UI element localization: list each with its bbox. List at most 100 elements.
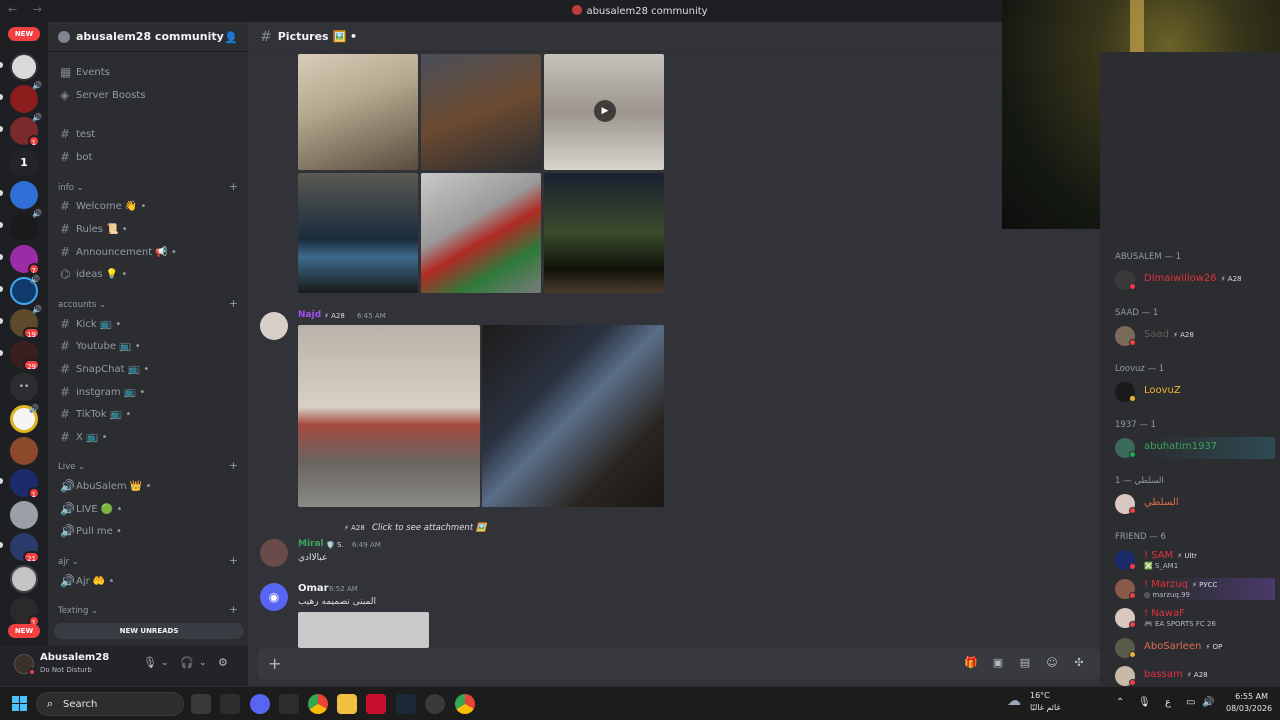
message-author[interactable]: Miral <box>298 539 324 549</box>
server-icon[interactable]: 1 🔊 <box>10 113 42 147</box>
task-view-icon[interactable] <box>191 694 211 714</box>
steam-icon[interactable] <box>396 694 416 714</box>
avatar[interactable]: ◉ <box>260 583 288 611</box>
clock-time[interactable]: 6:55 AM <box>1226 692 1268 701</box>
add-channel-icon[interactable]: + <box>229 297 238 310</box>
member-item[interactable]: LoovuZ <box>1115 381 1275 403</box>
headphones-icon[interactable]: 🎧 <box>180 656 194 669</box>
video-attachment[interactable]: ▶ <box>544 54 664 170</box>
channel-kick[interactable]: # Kick 📺 • <box>56 314 240 334</box>
add-attachment-icon[interactable]: + <box>268 654 281 673</box>
image-attachment[interactable] <box>421 54 541 170</box>
invite-people-icon[interactable]: 👤 <box>224 31 238 44</box>
category-live[interactable]: Live ⌄ + <box>58 459 238 472</box>
volume-icon[interactable]: 🔊 <box>1202 697 1214 708</box>
username[interactable]: Abusalem28 <box>40 652 109 663</box>
chrome-icon[interactable] <box>308 694 328 714</box>
chevron-down-icon[interactable]: ⌄ <box>199 658 207 668</box>
server-icon[interactable]: 7 <box>10 245 40 275</box>
add-channel-icon[interactable]: + <box>229 554 238 567</box>
category-info[interactable]: info ⌄ + <box>58 180 238 193</box>
channel-bot[interactable]: # bot <box>56 147 240 167</box>
discord-icon[interactable] <box>250 694 270 714</box>
network-icon[interactable]: ▭ <box>1186 697 1195 708</box>
server-folder[interactable]: •• <box>10 373 38 401</box>
category-accounts[interactable]: accounts ⌄ + <box>58 297 238 310</box>
avatar[interactable] <box>260 539 288 567</box>
message-author[interactable]: Omar <box>298 583 329 594</box>
category-texting[interactable]: Texting ⌄ + <box>58 603 238 616</box>
language-indicator[interactable]: ع <box>1165 697 1171 708</box>
chrome-icon[interactable] <box>455 694 475 714</box>
app-icon[interactable] <box>279 694 299 714</box>
add-channel-icon[interactable]: + <box>229 180 238 193</box>
server-icon[interactable]: 1 <box>10 149 38 177</box>
member-item[interactable]: ! SAM ⚡ Ultr ❎ S_AM1 <box>1115 549 1275 571</box>
server-icon[interactable] <box>10 53 38 81</box>
member-item[interactable]: ! NawaF 🎮 EA SPORTS FC 26 <box>1115 607 1275 629</box>
server-icon[interactable]: 🔊 <box>10 404 39 433</box>
app-icon[interactable] <box>425 694 445 714</box>
channel-announcement[interactable]: # Announcement 📢 • <box>56 242 240 262</box>
image-attachment[interactable] <box>482 325 664 507</box>
channel-rules[interactable]: # Rules 📜 • <box>56 219 240 239</box>
app-icon[interactable] <box>220 694 240 714</box>
member-item[interactable]: bassam ⚡ A28 <box>1115 665 1275 686</box>
voice-channel-abusalem[interactable]: 🔊 AbuSalem 👑 • <box>56 476 240 496</box>
channel-ideas[interactable]: ⌬ ideas 💡 • <box>56 264 240 284</box>
new-unreads-button[interactable]: NEW UNREADS <box>54 623 244 639</box>
image-attachment[interactable] <box>298 612 429 648</box>
message-composer[interactable]: + 🎁 ▣ ▤ ☺ ✣ <box>258 648 1100 680</box>
voice-channel-pull-me[interactable]: 🔊 Pull me • <box>56 521 240 541</box>
microphone-icon[interactable]: 🎙 <box>1138 697 1151 708</box>
category-ajr[interactable]: ajr ⌄ + <box>58 554 238 567</box>
channel-tiktok[interactable]: # TikTok 📺 • <box>56 404 240 424</box>
member-item[interactable]: ! Marzuq ⚡ РУСС ◎ marzuq.99 <box>1115 578 1275 600</box>
voice-channel-ajr[interactable]: 🔊 Ajr 🤲 • <box>56 571 240 591</box>
weather-temp[interactable]: 16°C <box>1030 691 1050 700</box>
events-item[interactable]: ▦ Events <box>56 62 240 82</box>
server-boosts-item[interactable]: ◈ Server Boosts <box>56 85 240 105</box>
server-icon[interactable]: 🔊 <box>10 275 40 305</box>
channel-youtube[interactable]: # Youtube 📺 • <box>56 336 240 356</box>
server-icon[interactable]: 🔊 <box>10 209 42 241</box>
add-channel-icon[interactable]: + <box>229 459 238 472</box>
server-icon[interactable]: 1 <box>10 597 40 627</box>
gift-icon[interactable]: 🎁 <box>964 656 978 670</box>
play-icon[interactable]: ▶ <box>594 100 616 122</box>
add-channel-icon[interactable]: + <box>229 603 238 616</box>
chevron-down-icon[interactable]: ⌄ <box>161 658 169 668</box>
app-icon[interactable] <box>366 694 386 714</box>
reply-preview[interactable]: Click to see attachment 🖼️ <box>372 523 486 533</box>
guild-header[interactable]: abusalem28 community ⌄ 👤 <box>48 22 248 52</box>
image-attachment[interactable] <box>421 173 541 293</box>
server-icon[interactable] <box>10 437 38 465</box>
microphone-icon[interactable]: 🎙 <box>143 656 157 669</box>
channel-test[interactable]: # test <box>56 124 240 144</box>
image-attachment[interactable] <box>298 54 418 170</box>
channel-welcome[interactable]: # Welcome 👋 • <box>56 196 240 216</box>
channel-x[interactable]: # X 📺 • <box>56 427 240 447</box>
apps-icon[interactable]: ✣ <box>1072 656 1086 670</box>
server-icon[interactable]: 🔊 <box>10 81 42 113</box>
gear-icon[interactable]: ⚙ <box>218 656 228 669</box>
channel-snapchat[interactable]: # SnapChat 📺 • <box>56 359 240 379</box>
file-explorer-icon[interactable] <box>337 694 357 714</box>
server-icon[interactable]: 19 🔊 <box>10 305 42 339</box>
member-item[interactable]: abuhatim1937 <box>1115 437 1275 459</box>
member-item[interactable]: Dlmaiwillow26 ⚡ A28 <box>1115 269 1275 291</box>
server-icon[interactable]: 29 <box>10 341 40 371</box>
message-author[interactable]: Najd <box>298 310 321 320</box>
avatar[interactable] <box>260 312 288 340</box>
server-icon[interactable] <box>10 181 38 209</box>
chevron-up-icon[interactable]: ⌃ <box>1116 697 1124 708</box>
server-icon[interactable]: 21 <box>10 533 40 563</box>
image-attachment[interactable] <box>298 173 418 293</box>
sticker-icon[interactable]: ▤ <box>1018 656 1032 670</box>
voice-channel-live[interactable]: 🔊 LIVE 🟢 • <box>56 499 240 519</box>
member-item[interactable]: Saad ⚡ A28 <box>1115 325 1275 347</box>
windows-start-icon[interactable] <box>12 696 28 712</box>
image-attachment[interactable] <box>544 173 664 293</box>
taskbar-search[interactable]: ⌕ Search <box>36 692 184 716</box>
member-item[interactable]: السلطي <box>1115 493 1275 515</box>
